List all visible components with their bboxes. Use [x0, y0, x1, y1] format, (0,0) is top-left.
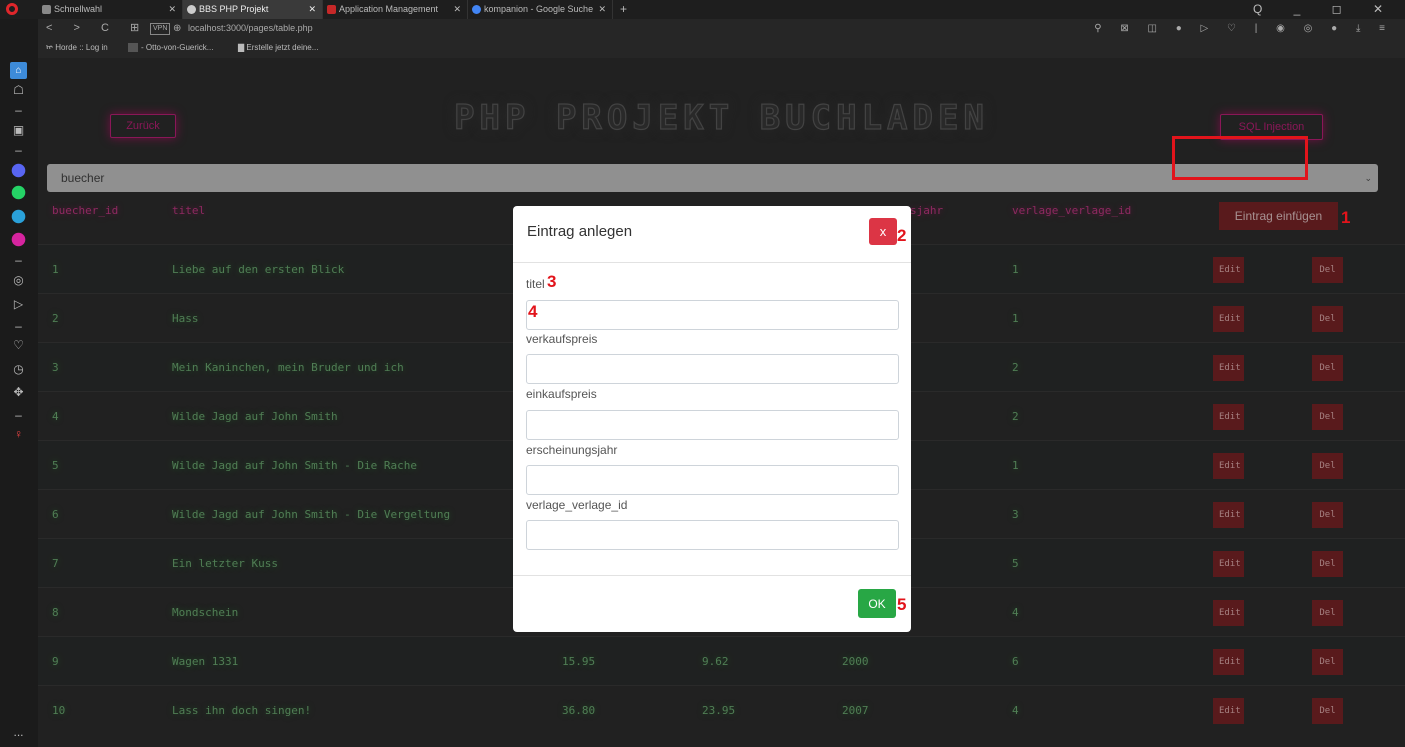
modal-ok-button[interactable]: OK — [858, 589, 896, 618]
send-icon[interactable]: ▷ — [10, 296, 27, 313]
telegram-icon[interactable] — [11, 209, 26, 224]
bookmark-horde[interactable]: ኵ Horde :: Log in — [46, 38, 108, 58]
insert-entry-modal: Eintrag anlegen x titel verkaufspreis ei… — [513, 206, 911, 632]
site-info-icon[interactable]: ⊕ — [173, 19, 181, 38]
tab-bbs-php-projekt[interactable]: BBS PHP Projekt ✕ — [183, 0, 323, 19]
field-label-einkaufspreis: einkaufspreis — [526, 387, 597, 401]
close-icon[interactable]: ✕ — [168, 0, 176, 19]
field-label-verkaufspreis: verkaufspreis — [526, 332, 598, 346]
instagram-icon[interactable] — [11, 232, 26, 247]
einkaufspreis-input[interactable] — [526, 410, 899, 440]
divider-icon: – — [15, 143, 22, 157]
home-icon[interactable]: ⌂ — [10, 62, 27, 79]
bookmark-erstelle[interactable]: ▇ Erstelle jetzt deine... — [238, 38, 318, 58]
globe-icon — [187, 5, 196, 15]
url-text[interactable]: localhost:3000/pages/table.php — [188, 19, 313, 38]
annotation-2: 2 — [897, 226, 907, 245]
verlage-id-input[interactable] — [526, 520, 899, 550]
heart-icon[interactable]: ♡ — [10, 337, 27, 354]
extensions-icon[interactable]: ✥ — [10, 384, 27, 401]
modal-title: Eintrag anlegen — [527, 223, 633, 240]
insert-button-highlight — [1172, 136, 1308, 180]
divider-icon: – — [15, 408, 22, 422]
browser-sidebar: ⌂ ☖ – ▣ – – ◎ ▷ – ♡ ◷ ✥ – ♀ ... — [0, 19, 38, 747]
browser-tab-bar: Schnellwahl ✕ BBS PHP Projekt ✕ Applicatio… — [0, 0, 1405, 19]
toolbar-icons[interactable]: ⚲ ⊠ ◫ ● ▷ ♡ | ◉ ◎ ● ⤓ ≡ — [1094, 19, 1393, 38]
field-label-erscheinungsjahr: erscheinungsjahr — [526, 443, 618, 457]
ovgu-icon — [128, 43, 138, 53]
minimize-icon[interactable]: – — [10, 102, 27, 119]
speed-dial-icon[interactable]: ☖ — [10, 82, 27, 99]
field-label-titel: titel — [526, 277, 545, 291]
tab-application-management[interactable]: Application Management ✕ — [323, 0, 468, 19]
tab-google-search[interactable]: kompanion - Google Suche ✕ — [468, 0, 613, 19]
address-bar: < > C ⊞ VPN ⊕ localhost:3000/pages/table… — [38, 19, 1405, 38]
google-icon — [472, 5, 481, 15]
modal-close-button[interactable]: x — [869, 218, 897, 245]
annotation-5: 5 — [897, 595, 907, 614]
new-tab-button[interactable]: + — [616, 0, 636, 19]
app-icon — [327, 5, 336, 15]
modal-header-divider — [513, 262, 911, 263]
horde-icon: ኵ — [46, 43, 56, 52]
divider-icon: – — [15, 253, 22, 267]
whatsapp-icon[interactable] — [11, 185, 26, 200]
close-icon[interactable]: ✕ — [453, 0, 461, 19]
bookmarks-bar: ኵ Horde :: Log in - Otto-von-Guerick... … — [38, 38, 1405, 58]
titel-input[interactable] — [526, 300, 899, 330]
close-icon[interactable]: ✕ — [598, 0, 606, 19]
history-icon[interactable]: ◷ — [10, 361, 27, 378]
annotation-3: 3 — [547, 272, 557, 291]
grid-icon — [42, 5, 51, 15]
bookmark-ovgu[interactable]: - Otto-von-Guerick... — [128, 38, 213, 58]
annotation-4: 4 — [528, 302, 538, 321]
vpn-badge[interactable]: VPN — [150, 23, 171, 35]
nav-buttons[interactable]: < > C ⊞ — [46, 19, 148, 38]
field-label-verlage-id: verlage_verlage_id — [526, 498, 628, 512]
tab-schnellwahl[interactable]: Schnellwahl ✕ — [38, 0, 183, 19]
clipboard-icon[interactable]: ▣ — [10, 122, 27, 139]
verkaufspreis-input[interactable] — [526, 354, 899, 384]
divider-icon: – — [15, 319, 22, 333]
opera-logo-icon[interactable] — [6, 3, 18, 15]
player-icon[interactable]: ◎ — [10, 272, 27, 289]
annotation-1: 1 — [1341, 208, 1351, 227]
bulb-icon[interactable]: ♀ — [10, 426, 27, 443]
more-icon[interactable]: ... — [10, 724, 27, 741]
erscheinungsjahr-input[interactable] — [526, 465, 899, 495]
close-icon[interactable]: ✕ — [308, 0, 316, 19]
messenger-icon[interactable] — [11, 163, 26, 178]
modal-footer-divider — [513, 575, 911, 576]
window-controls[interactable]: Q _ ◻ ✕ — [1253, 0, 1397, 19]
